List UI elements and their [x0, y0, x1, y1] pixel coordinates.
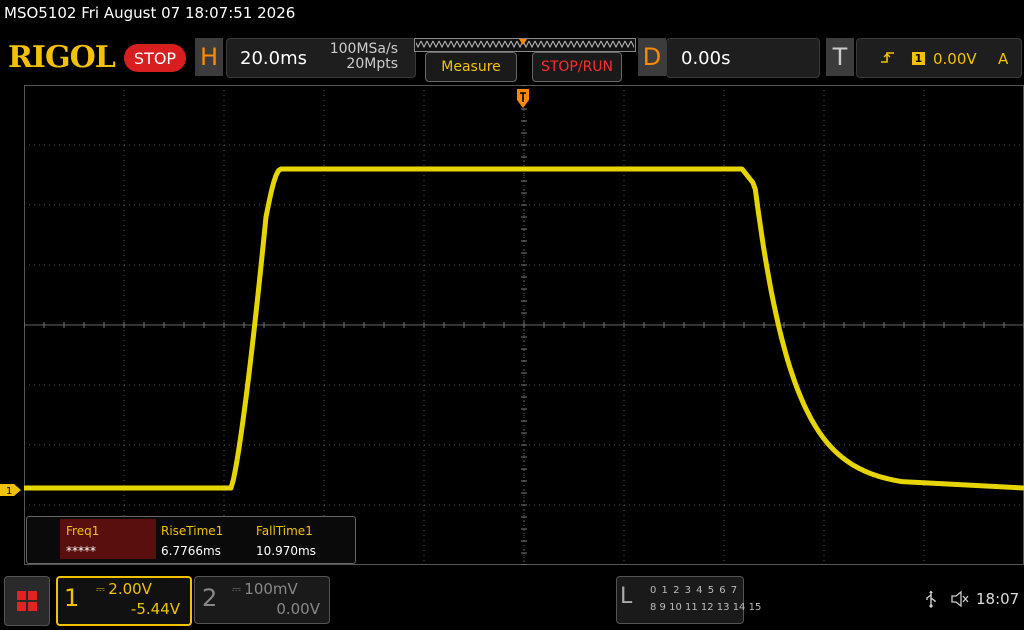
dc-coupling-icon: ⎓	[96, 582, 109, 596]
timebase-value: 20.0ms	[240, 48, 307, 69]
status-line: MSO5102 Fri August 07 18:07:51 2026	[4, 4, 296, 22]
stop-run-button[interactable]: STOP/RUN	[532, 52, 622, 82]
delay-value: 0.00s	[681, 48, 731, 69]
speaker-muted-icon[interactable]	[950, 590, 970, 612]
waveform-graticule[interactable]	[24, 85, 1024, 565]
logic-tag: L	[620, 584, 633, 609]
trigger-level: 0.00V	[933, 50, 977, 68]
measure-button[interactable]: Measure	[425, 52, 517, 82]
channel-1-scale: ⎓ 2.00V	[96, 580, 152, 598]
main-menu-button[interactable]	[4, 576, 50, 626]
acquisition-info: 100MSa/s 20Mpts	[322, 42, 398, 72]
channel-2-number: 2	[202, 584, 218, 612]
logic-channels-row-2: 8 9 10 11 12 13 14 15	[650, 602, 762, 613]
dc-coupling-icon: ⎓	[232, 582, 245, 596]
system-clock: 18:07	[976, 590, 1020, 608]
channel-2-scale: ⎓ 100mV	[232, 580, 298, 598]
channel-2-offset: 0.00V	[276, 600, 320, 618]
memory-bar-pattern	[416, 39, 634, 50]
measurement-label: RiseTime1	[161, 524, 224, 538]
trigger-position-marker[interactable]	[516, 88, 530, 114]
usb-icon[interactable]	[924, 590, 938, 612]
trigger-mode: A	[998, 50, 1009, 68]
ch1-offset-marker[interactable]: 1	[0, 482, 22, 501]
horizontal-tag[interactable]: H	[195, 38, 223, 76]
measurement-label: FallTime1	[256, 524, 313, 538]
measurement-value: 10.970ms	[256, 544, 316, 558]
memory-depth: 20Mpts	[346, 56, 398, 72]
sample-rate: 100MSa/s	[329, 41, 398, 57]
logic-analyzer-panel[interactable]	[616, 576, 744, 624]
ch1-marker-label: 1	[6, 486, 12, 497]
run-state-badge[interactable]: STOP	[124, 44, 186, 72]
graticule-svg	[24, 85, 1024, 565]
delay-tag[interactable]: D	[638, 38, 666, 76]
trigger-tag[interactable]: T	[826, 38, 854, 76]
channel-1-offset: -5.44V	[130, 600, 180, 618]
measurement-label: Freq1	[66, 524, 100, 538]
rising-edge-icon	[880, 50, 896, 70]
brand-logo: RIGOL	[8, 40, 116, 75]
logic-channels-row-1: 0 1 2 3 4 5 6 7	[650, 585, 739, 596]
trigger-source: 1	[912, 52, 925, 65]
channel-1-number: 1	[64, 584, 80, 612]
measurement-value: 6.7766ms	[161, 544, 221, 558]
grid-menu-icon	[17, 591, 37, 611]
memory-position-bar	[414, 38, 636, 52]
measurement-value: *****	[66, 544, 96, 558]
